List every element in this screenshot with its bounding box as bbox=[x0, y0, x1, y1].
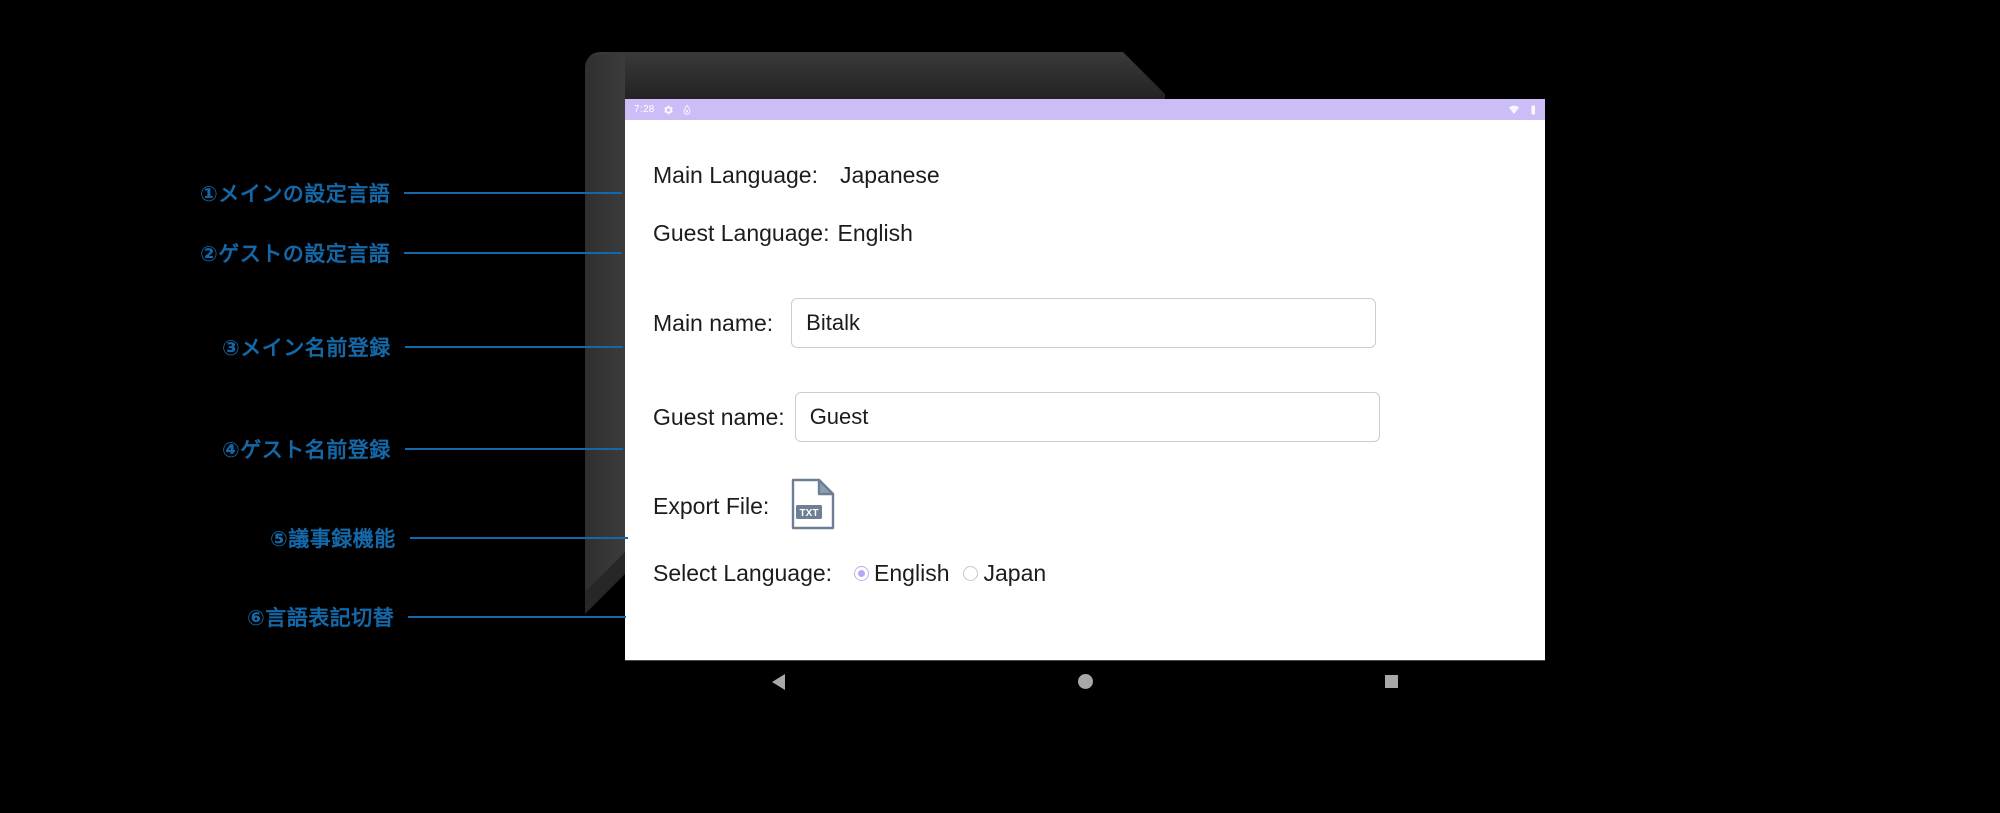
leader-line-guest-name bbox=[404, 448, 623, 450]
radio-label-japan: Japan bbox=[983, 560, 1047, 586]
android-status-bar: 7:28 bbox=[625, 99, 1545, 120]
radio-label-english: English bbox=[874, 560, 950, 586]
guest-language-value: English bbox=[837, 220, 913, 246]
annotation-select-language: ⑥言語表記切替 bbox=[247, 602, 627, 632]
home-icon bbox=[1077, 674, 1093, 689]
leader-line-main-name bbox=[404, 346, 623, 348]
radio-dot-japan[interactable] bbox=[963, 566, 979, 581]
radio-option-english[interactable]: English bbox=[854, 560, 949, 587]
main-language-label: Main Language: bbox=[653, 162, 818, 188]
back-button[interactable] bbox=[625, 673, 932, 690]
leader-line-export-file bbox=[409, 537, 628, 539]
annotation-main-language-label: ①メインの設定言語 bbox=[200, 182, 391, 206]
select-language-label: Select Language: bbox=[653, 560, 833, 586]
radio-option-japan[interactable]: Japan bbox=[963, 560, 1046, 587]
screenshot-root: 7:28 Main Language: Japanese Guest Langu… bbox=[0, 0, 2000, 813]
annotation-export-file: ⑤議事録機能 bbox=[270, 523, 628, 553]
annotation-main-name: ③メイン名前登録 bbox=[222, 332, 623, 362]
language-radio-group: English Japan bbox=[854, 560, 1046, 587]
main-language-row: Main Language: Japanese bbox=[653, 162, 940, 189]
home-button[interactable] bbox=[932, 674, 1239, 689]
gear-icon bbox=[663, 105, 673, 114]
guest-name-label: Guest name: bbox=[653, 403, 785, 430]
export-file-row: Export File: TXT bbox=[653, 478, 835, 535]
export-file-label: Export File: bbox=[653, 493, 770, 519]
android-nav-bar bbox=[625, 660, 1545, 702]
status-bar-clock: 7:28 bbox=[634, 104, 655, 115]
main-name-input[interactable]: Bitalk bbox=[791, 298, 1377, 348]
main-name-label: Main name: bbox=[653, 309, 774, 336]
leader-line-select-language bbox=[408, 616, 627, 618]
annotation-export-file-label: ⑤議事録機能 bbox=[270, 527, 396, 551]
recents-icon bbox=[1385, 675, 1399, 688]
txt-file-icon[interactable]: TXT bbox=[791, 478, 835, 535]
guest-language-row: Guest Language: English bbox=[653, 220, 913, 247]
svg-text:TXT: TXT bbox=[800, 508, 819, 519]
annotation-guest-name-label: ④ゲスト名前登録 bbox=[222, 438, 391, 462]
annotation-main-language: ①メインの設定言語 bbox=[200, 178, 623, 208]
guest-name-input[interactable]: Guest bbox=[794, 392, 1380, 442]
tablet-screen: 7:28 Main Language: Japanese Guest Langu… bbox=[625, 99, 1545, 660]
leader-line-guest-language bbox=[404, 252, 623, 254]
annotation-select-language-label: ⑥言語表記切替 bbox=[247, 606, 395, 630]
annotation-guest-language-label: ②ゲストの設定言語 bbox=[200, 242, 391, 266]
leader-line-main-language bbox=[404, 192, 623, 194]
main-name-row: Main name: Bitalk bbox=[653, 298, 1377, 348]
main-language-value: Japanese bbox=[839, 162, 940, 188]
annotation-guest-name: ④ゲスト名前登録 bbox=[222, 434, 623, 464]
wifi-icon bbox=[1509, 105, 1519, 114]
radio-dot-english[interactable] bbox=[854, 566, 870, 581]
guest-name-row: Guest name: Guest bbox=[653, 392, 1380, 442]
guest-language-label: Guest Language: bbox=[653, 220, 830, 246]
annotation-main-name-label: ③メイン名前登録 bbox=[222, 336, 391, 360]
battery-icon bbox=[1531, 105, 1535, 114]
select-language-row: Select Language: English Japan bbox=[653, 560, 1046, 587]
app-settings-screen: Main Language: Japanese Guest Language: … bbox=[625, 120, 1545, 660]
back-icon bbox=[771, 673, 785, 690]
recents-button[interactable] bbox=[1238, 675, 1545, 688]
lock-icon bbox=[683, 104, 691, 115]
annotation-guest-language: ②ゲストの設定言語 bbox=[200, 238, 623, 268]
